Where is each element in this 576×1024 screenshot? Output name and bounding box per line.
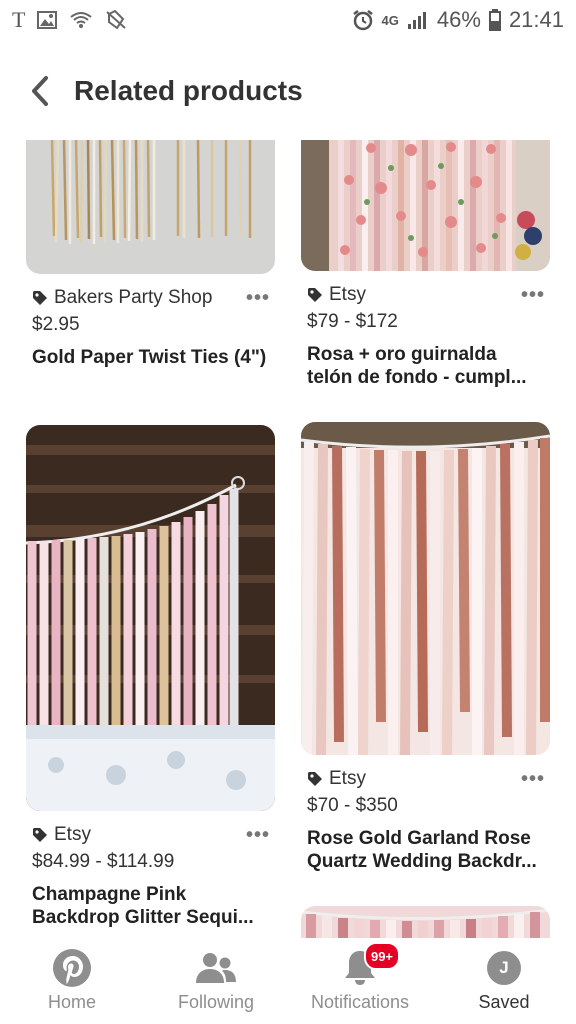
signal-icon — [407, 10, 429, 30]
nav-label: Following — [177, 992, 255, 1012]
product-image[interactable] — [301, 906, 550, 938]
bottom-nav: Home Following 99+ Notifications J Saved — [0, 938, 576, 1024]
product-image[interactable] — [26, 425, 275, 811]
product-title[interactable]: Champagne Pink Backdrop Glitter Sequi... — [32, 883, 270, 929]
battery-percent: 46% — [436, 7, 481, 32]
price: $70 - $350 — [307, 795, 398, 816]
tag-icon — [308, 288, 322, 302]
source-row: Etsy ••• — [307, 767, 545, 791]
source-name[interactable]: Etsy — [329, 284, 366, 306]
nav-notifications[interactable]: 99+ Notifications — [288, 938, 432, 1024]
battery-icon — [488, 9, 501, 31]
text-notification-icon: T — [12, 7, 26, 32]
nav-home[interactable]: Home — [0, 938, 144, 1024]
pinterest-logo-icon — [53, 949, 91, 987]
source-name[interactable]: Bakers Party Shop — [54, 287, 212, 309]
product-title[interactable]: Rose Gold Garland Rose Quartz Wedding Ba… — [307, 827, 545, 873]
product-image[interactable] — [26, 140, 275, 274]
price: $84.99 - $114.99 — [32, 851, 175, 872]
clock: 21:41 — [508, 7, 564, 32]
price: $79 - $172 — [307, 311, 398, 332]
status-bar: T 4G 46% 21:41 — [0, 0, 576, 40]
product-title[interactable]: Gold Paper Twist Ties (4") — [32, 346, 270, 369]
nav-label: Home — [47, 992, 96, 1012]
product-image[interactable] — [301, 140, 550, 271]
product-feed[interactable]: Bakers Party Shop ••• $2.95 Gold Paper T… — [0, 140, 576, 938]
notification-badge: 99+ — [364, 942, 400, 970]
source-name[interactable]: Etsy — [329, 768, 366, 790]
avatar: J — [487, 951, 521, 985]
no-sim-icon — [105, 10, 127, 30]
more-options-button[interactable]: ••• — [246, 824, 270, 847]
more-options-button[interactable]: ••• — [246, 287, 270, 310]
tag-icon — [308, 772, 322, 786]
product-image[interactable] — [301, 422, 550, 755]
price: $2.95 — [32, 314, 80, 335]
tag-icon — [33, 291, 47, 305]
tag-icon — [33, 828, 47, 842]
source-row: Bakers Party Shop ••• — [32, 286, 270, 310]
image-notification-icon — [37, 11, 58, 29]
people-icon — [196, 953, 236, 983]
source-row: Etsy ••• — [32, 823, 270, 847]
back-button[interactable] — [20, 71, 60, 111]
nav-following[interactable]: Following — [144, 938, 288, 1024]
wifi-icon — [69, 10, 93, 30]
more-options-button[interactable]: ••• — [521, 768, 545, 791]
product-title[interactable]: Rosa + oro guirnalda telón de fondo - cu… — [307, 343, 545, 389]
page-title: Related products — [74, 75, 303, 106]
source-name[interactable]: Etsy — [54, 824, 91, 846]
network-type-icon: 4G — [381, 12, 399, 28]
alarm-icon — [352, 9, 374, 31]
nav-label: Notifications — [310, 992, 410, 1012]
more-options-button[interactable]: ••• — [521, 284, 545, 307]
source-row: Etsy ••• — [307, 283, 545, 307]
nav-saved[interactable]: J Saved — [432, 938, 576, 1024]
chevron-left-icon — [32, 76, 48, 106]
nav-label: Saved — [478, 992, 530, 1012]
header: Related products — [0, 56, 576, 126]
